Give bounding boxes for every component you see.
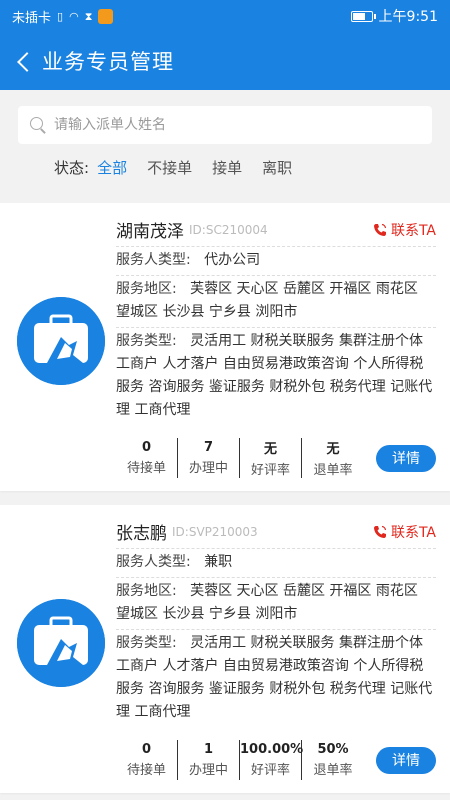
refund-value: 无	[326, 442, 340, 457]
rating-value: 100.00%	[240, 742, 304, 757]
rating-label: 好评率	[250, 763, 290, 778]
refund-label: 退单率	[313, 463, 353, 478]
stat-rating: 无 好评率	[240, 438, 302, 478]
refund-value: 50%	[317, 742, 349, 757]
pending-label: 待接单	[126, 763, 166, 778]
service-label: 服务类型:	[116, 635, 177, 651]
avatar	[17, 599, 105, 687]
sim-icon: ▯	[57, 9, 64, 23]
nav-bar: 业务专员管理	[0, 32, 450, 90]
rating-label: 好评率	[250, 463, 290, 478]
battery-icon	[350, 10, 376, 22]
search-box[interactable]	[18, 106, 432, 144]
contact-label: 联系TA	[390, 222, 436, 239]
type-row: 服务人类型: 兼职	[116, 549, 436, 578]
area-label: 服务地区:	[116, 281, 177, 297]
pending-count: 0	[141, 440, 152, 455]
stat-pending: 0 待接单	[116, 740, 178, 780]
search-input[interactable]	[54, 117, 432, 133]
status-filter: 状态: 全部 不接单 接单 离职	[0, 144, 450, 190]
agent-card: 湖南茂泽 ID:SC210004 联系TA 服务人类型: 代办公司 服务地区: …	[0, 203, 450, 491]
app-notification-icon	[98, 8, 114, 24]
agent-name: 湖南茂泽	[116, 222, 184, 242]
stat-refund: 50% 退单率	[302, 740, 364, 780]
stat-processing: 7 办理中	[178, 438, 240, 478]
type-label: 服务人类型:	[116, 554, 191, 570]
filter-all[interactable]: 全部	[97, 157, 127, 178]
hourglass-icon: ⧗	[84, 9, 93, 23]
stats-row: 0 待接单 1 办理中 100.00% 好评率 50% 退单率 详情	[116, 739, 436, 781]
search-icon	[30, 117, 46, 133]
filter-accepting[interactable]: 接单	[212, 157, 242, 178]
status-filter-label: 状态:	[54, 158, 90, 177]
agent-id: ID:SVP210003	[172, 524, 258, 539]
page-title: 业务专员管理	[42, 50, 174, 74]
carrier-text: 未插卡	[12, 10, 52, 26]
contact-label: 联系TA	[390, 524, 436, 541]
stat-refund: 无 退单率	[302, 438, 364, 478]
area-row: 服务地区: 芙蓉区 天心区 岳麓区 开福区 雨花区 望城区 长沙县 宁乡县 浏阳…	[116, 578, 436, 630]
type-value: 兼职	[204, 554, 233, 570]
agent-name: 张志鹏	[116, 524, 167, 544]
pending-label: 待接单	[126, 461, 166, 476]
rating-value: 无	[263, 442, 277, 457]
pending-count: 0	[141, 742, 152, 757]
phone-icon	[373, 525, 387, 538]
service-row: 服务类型: 灵活用工 财税关联服务 集群注册个体工商户 人才落户 自由贸易港政策…	[116, 328, 436, 425]
filter-resigned[interactable]: 离职	[262, 157, 292, 178]
contact-button[interactable]: 联系TA	[373, 220, 436, 240]
detail-button[interactable]: 详情	[376, 746, 436, 774]
stat-processing: 1 办理中	[178, 740, 240, 780]
processing-label: 办理中	[188, 461, 228, 476]
area-row: 服务地区: 芙蓉区 天心区 岳麓区 开福区 雨花区 望城区 长沙县 宁乡县 浏阳…	[116, 276, 436, 328]
processing-label: 办理中	[188, 763, 228, 778]
agent-info: 湖南茂泽 ID:SC210004 联系TA 服务人类型: 代办公司 服务地区: …	[116, 213, 436, 425]
briefcase-logo-icon	[17, 599, 105, 687]
agent-info: 张志鹏 ID:SVP210003 联系TA 服务人类型: 兼职 服务地区: 芙蓉…	[116, 515, 436, 727]
type-label: 服务人类型:	[116, 252, 191, 268]
back-arrow-icon[interactable]	[17, 52, 37, 72]
search-area	[0, 90, 450, 144]
name-row: 湖南茂泽 ID:SC210004 联系TA	[116, 213, 436, 247]
stats-row: 0 待接单 7 办理中 无 好评率 无 退单率 详情	[116, 437, 436, 479]
service-label: 服务类型:	[116, 333, 177, 349]
phone-icon	[373, 223, 387, 236]
name-row: 张志鹏 ID:SVP210003 联系TA	[116, 515, 436, 549]
processing-count: 1	[203, 742, 214, 757]
status-bar: 未插卡 ▯ ◠ ⧗ 上午9:51	[0, 0, 450, 32]
processing-count: 7	[203, 440, 214, 455]
type-row: 服务人类型: 代办公司	[116, 247, 436, 276]
filter-not-accepting[interactable]: 不接单	[147, 157, 192, 178]
service-row: 服务类型: 灵活用工 财税关联服务 集群注册个体工商户 人才落户 自由贸易港政策…	[116, 630, 436, 727]
wifi-icon: ◠	[69, 9, 79, 23]
agent-card: 张志鹏 ID:SVP210003 联系TA 服务人类型: 兼职 服务地区: 芙蓉…	[0, 505, 450, 793]
contact-button[interactable]: 联系TA	[373, 522, 436, 542]
clock: 上午9:51	[378, 9, 438, 25]
agent-id: ID:SC210004	[189, 222, 268, 237]
avatar	[17, 297, 105, 385]
type-value: 代办公司	[204, 252, 261, 268]
area-label: 服务地区:	[116, 583, 177, 599]
stat-pending: 0 待接单	[116, 438, 178, 478]
stat-rating: 100.00% 好评率	[240, 740, 304, 780]
briefcase-logo-icon	[17, 297, 105, 385]
detail-button[interactable]: 详情	[376, 444, 436, 472]
refund-label: 退单率	[313, 763, 353, 778]
